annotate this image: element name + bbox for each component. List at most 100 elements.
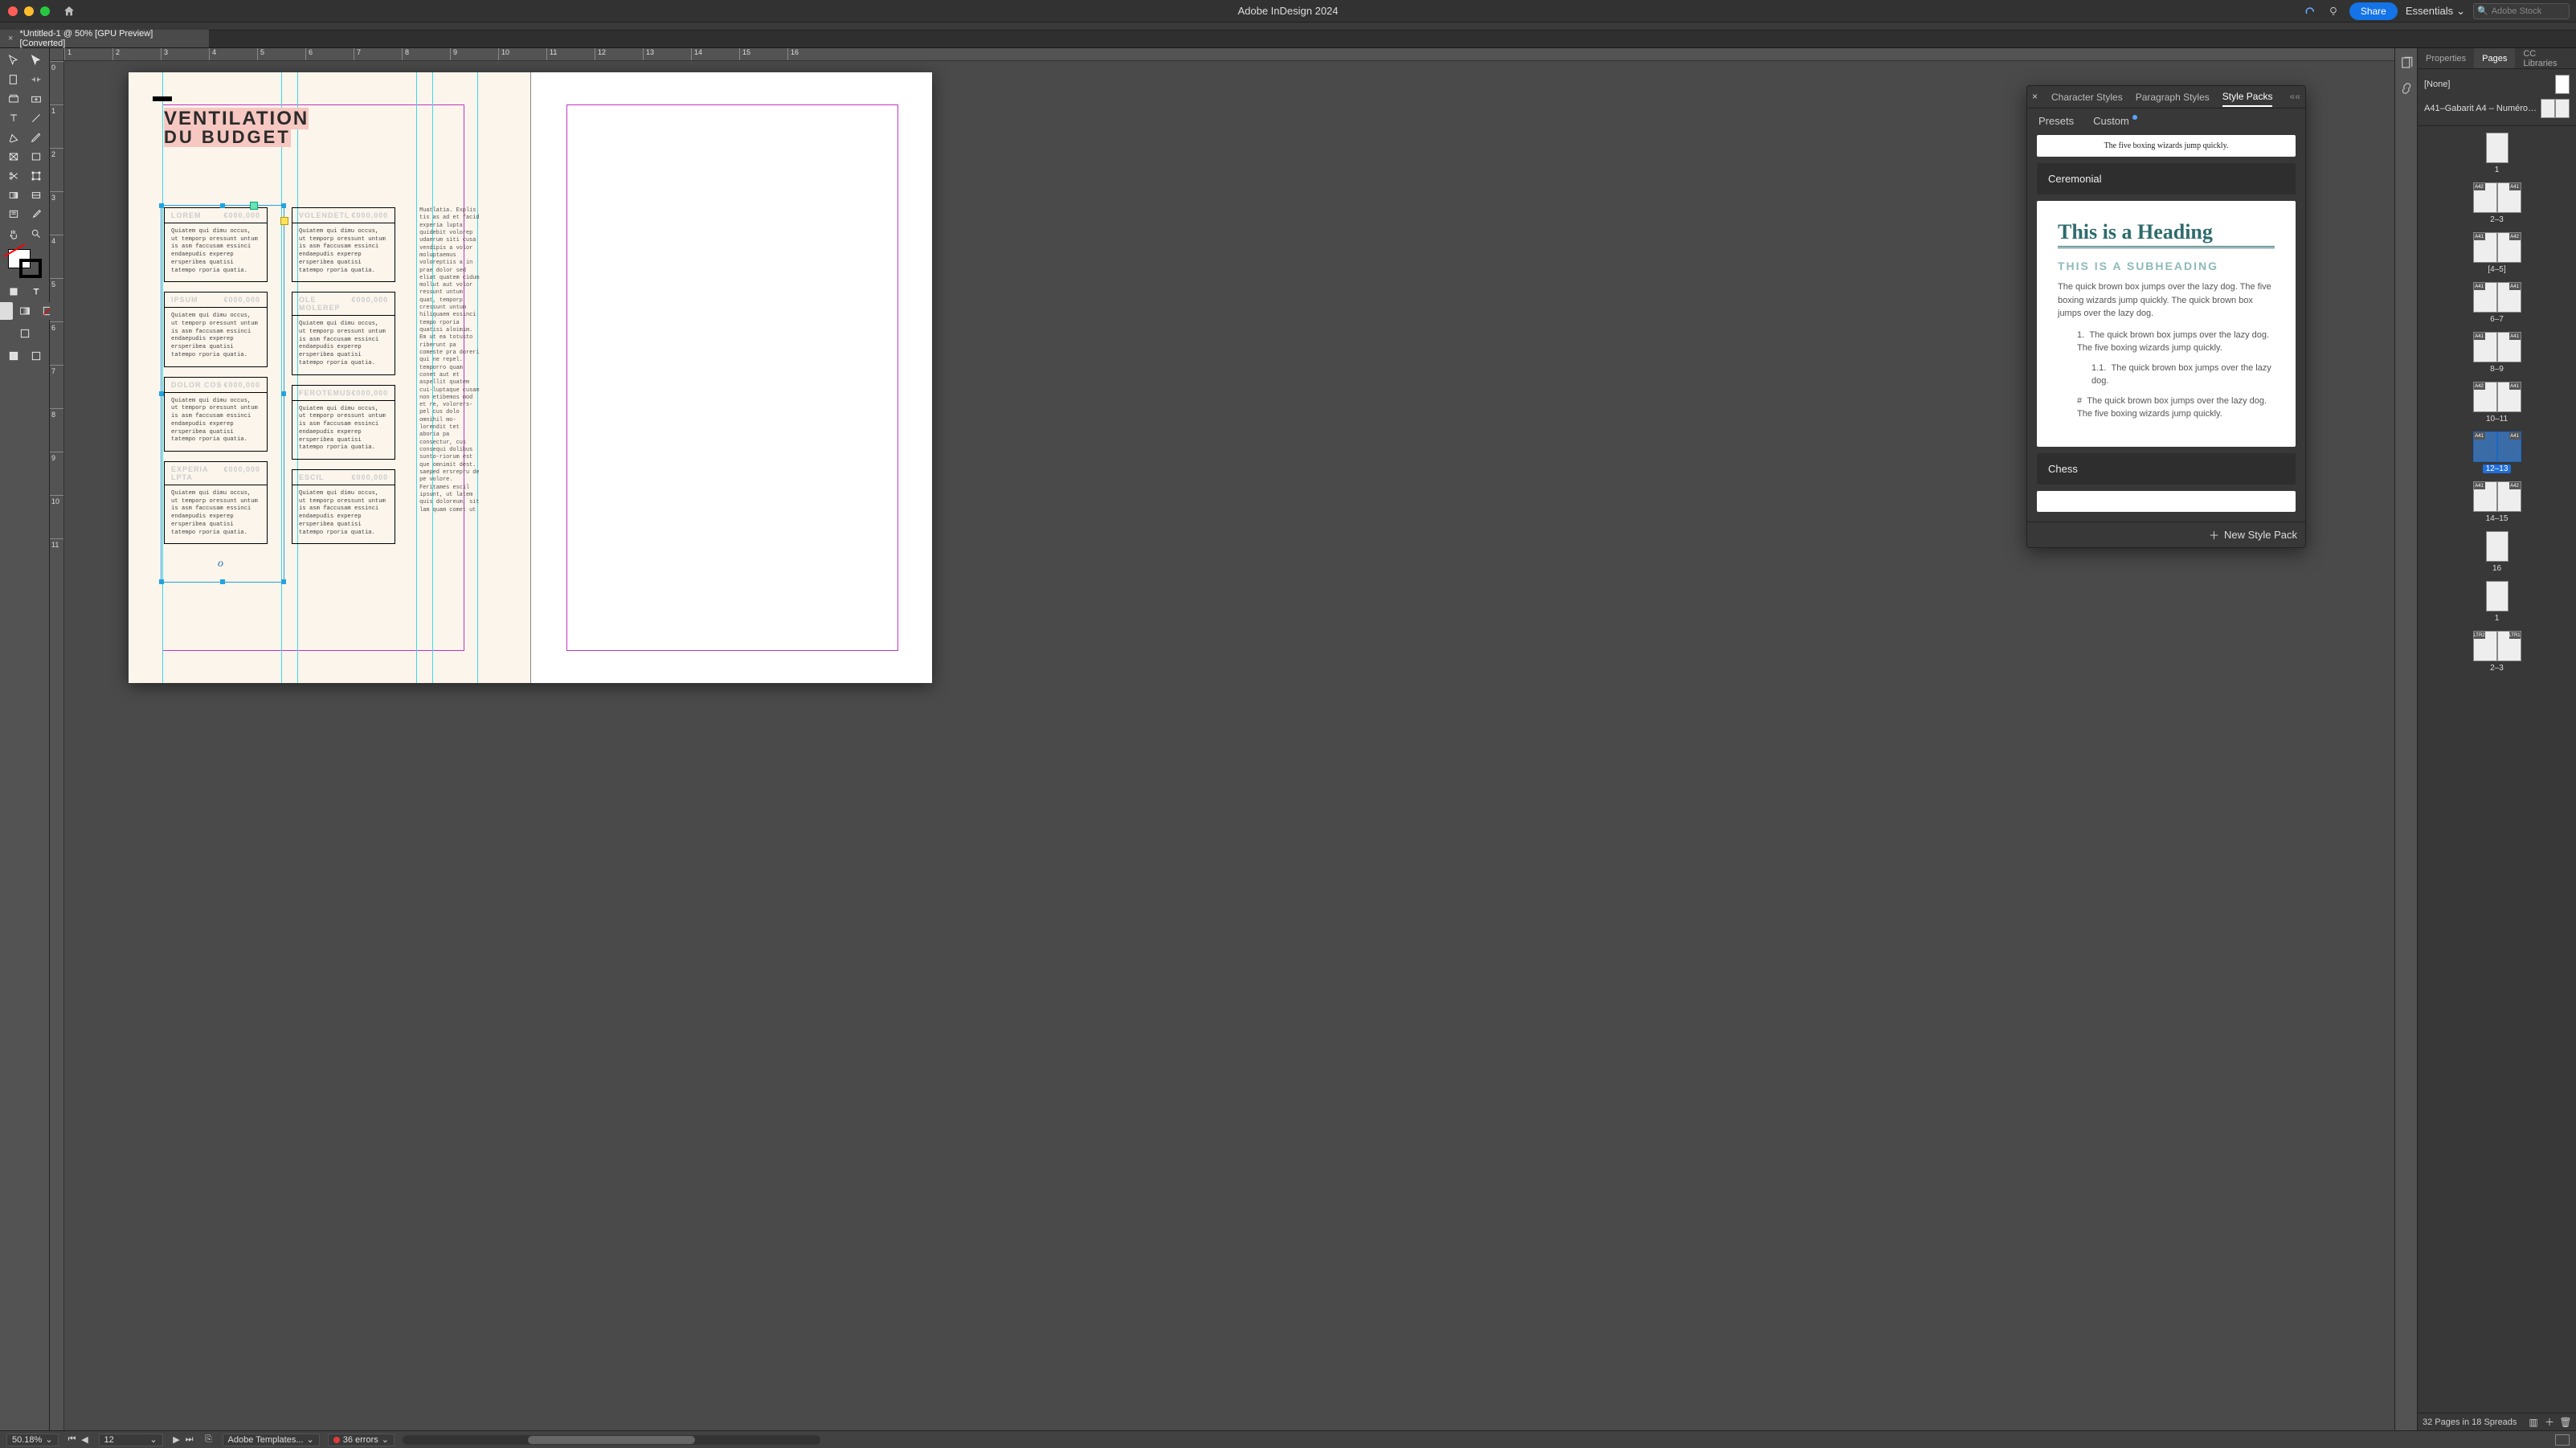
- ruler-corner[interactable]: [50, 48, 64, 61]
- page-right[interactable]: [530, 72, 933, 683]
- page-field[interactable]: 12⌄: [99, 1434, 163, 1446]
- in-port-icon[interactable]: [250, 202, 258, 210]
- spread-thumbnail[interactable]: A41A42[4–5]: [2418, 232, 2576, 274]
- spread-thumbnail[interactable]: A42A412–3: [2418, 182, 2576, 224]
- open-icon[interactable]: ⎘: [203, 1434, 215, 1445]
- gradient-swatch-tool[interactable]: [3, 186, 24, 204]
- content-collector-tool[interactable]: [3, 90, 24, 108]
- tab-paragraph-styles[interactable]: Paragraph Styles: [2136, 88, 2210, 106]
- side-text[interactable]: Muatlatia. Explis tis as ad et facid exp…: [419, 207, 481, 544]
- rectangle-frame-tool[interactable]: [3, 148, 24, 166]
- next-page-icon[interactable]: ▶: [171, 1434, 182, 1445]
- preflight-status[interactable]: 36 errors ⌄: [328, 1434, 395, 1446]
- gap-tool[interactable]: [26, 71, 47, 88]
- last-page-icon[interactable]: ⏭: [184, 1434, 195, 1445]
- view-normal-icon[interactable]: [3, 347, 24, 365]
- master-a41[interactable]: A41–Gabarit A4 – Numéros de page noirs: [2424, 96, 2570, 121]
- tab-character-styles[interactable]: Character Styles: [2051, 88, 2123, 106]
- preview-top[interactable]: The five boxing wizards jump quickly.: [2037, 135, 2296, 157]
- cloud-sync-icon[interactable]: [2301, 3, 2317, 19]
- horizontal-scrollbar[interactable]: [403, 1435, 820, 1445]
- pencil-tool[interactable]: [26, 129, 47, 146]
- formatting-container-icon[interactable]: [3, 283, 24, 301]
- note-tool[interactable]: [3, 206, 24, 223]
- spread-thumbnail[interactable]: A41A418–9: [2418, 332, 2576, 374]
- panel-close-icon[interactable]: ×: [2032, 91, 2038, 102]
- share-button[interactable]: Share: [2349, 2, 2398, 20]
- out-port-icon[interactable]: [280, 217, 288, 225]
- pack-chess[interactable]: Chess: [2037, 453, 2296, 485]
- tab-style-packs[interactable]: Style Packs: [2222, 88, 2273, 107]
- free-transform-tool[interactable]: [26, 167, 47, 185]
- document-tab[interactable]: × *Untitled-1 @ 50% [GPU Preview] [Conve…: [0, 30, 209, 47]
- template-menu[interactable]: Adobe Templates...⌄: [223, 1434, 320, 1446]
- gradient-feather-tool[interactable]: [26, 186, 47, 204]
- budget-card[interactable]: OLE MOLEREP€000,000Quiatem qui dimu occu…: [292, 292, 395, 374]
- spread-thumbnail[interactable]: A41A4112–13: [2418, 432, 2576, 473]
- style-packs-panel[interactable]: × «« Character Styles Paragraph Styles S…: [2026, 85, 2306, 548]
- pack-ceremonial[interactable]: Ceremonial: [2037, 163, 2296, 194]
- view-preview-icon[interactable]: [26, 347, 47, 365]
- zoom-tool[interactable]: [26, 225, 47, 243]
- spread-thumbnail[interactable]: LTR2LTR12–3: [2418, 631, 2576, 673]
- vertical-ruler[interactable]: 01234567891011: [50, 61, 64, 1430]
- content-placer-tool[interactable]: [26, 90, 47, 108]
- page-tool[interactable]: [3, 71, 24, 88]
- adobe-stock-search[interactable]: 🔍 Adobe Stock: [2473, 3, 2570, 19]
- formatting-text-icon[interactable]: [26, 283, 47, 301]
- eyedropper-tool[interactable]: [26, 206, 47, 223]
- panel-collapse-icon[interactable]: ««: [2290, 91, 2300, 102]
- zoom-window-icon[interactable]: [40, 6, 50, 16]
- first-page-icon[interactable]: ⏮: [67, 1434, 78, 1445]
- zoom-field[interactable]: 50.18%⌄: [6, 1434, 59, 1446]
- links-icon[interactable]: [2398, 80, 2414, 96]
- apply-gradient-icon[interactable]: [14, 302, 35, 320]
- pasteboard[interactable]: VENTILATION DU BUDGET LOREM€000,000Quiat…: [64, 61, 2394, 1430]
- workspace-switcher[interactable]: Essentials ⌄: [2406, 5, 2465, 18]
- budget-card[interactable]: VOLENDETL€000,000Quiatem qui dimu occus,…: [292, 207, 395, 282]
- horizontal-ruler[interactable]: 12345678910111213141516: [64, 48, 2394, 61]
- new-page-icon[interactable]: ＋: [2544, 1417, 2555, 1428]
- tab-cc-libraries[interactable]: CC Libraries: [2515, 48, 2576, 68]
- apply-color-icon[interactable]: [0, 302, 13, 320]
- new-style-pack-button[interactable]: New Style Pack: [2224, 529, 2297, 541]
- page-left[interactable]: VENTILATION DU BUDGET LOREM€000,000Quiat…: [129, 72, 530, 683]
- budget-card[interactable]: FEROTEMUS€000,000Quiatem qui dimu occus,…: [292, 385, 395, 460]
- pages-list[interactable]: 1 A42A412–3 A41A42[4–5] A41A416–7 A41A418–9 A…: [2418, 126, 2576, 1413]
- minimize-window-icon[interactable]: [24, 6, 34, 16]
- stacked-pages-icon[interactable]: [2398, 55, 2414, 71]
- prev-page-icon[interactable]: ◀: [80, 1434, 91, 1445]
- type-tool[interactable]: [3, 109, 24, 127]
- fill-stroke-swatch[interactable]: [8, 249, 42, 278]
- hand-tool[interactable]: [3, 225, 24, 243]
- master-none[interactable]: [None]: [2424, 72, 2570, 96]
- spread-thumbnail[interactable]: A42A4110–11: [2418, 382, 2576, 423]
- pen-tool[interactable]: [3, 129, 24, 146]
- delete-page-icon[interactable]: 🗑: [2560, 1417, 2571, 1428]
- selection-tool[interactable]: [3, 51, 24, 69]
- spread-thumbnail[interactable]: 1: [2418, 133, 2576, 174]
- plus-icon[interactable]: ＋: [2209, 527, 2219, 542]
- spread-thumbnail[interactable]: 16: [2418, 531, 2576, 573]
- selected-frame[interactable]: o: [161, 205, 284, 583]
- tab-pages[interactable]: Pages: [2474, 48, 2515, 68]
- close-window-icon[interactable]: [8, 6, 18, 16]
- line-tool[interactable]: [26, 109, 47, 127]
- tab-properties[interactable]: Properties: [2418, 48, 2474, 68]
- budget-card[interactable]: ESCIL€000,000Quiatem qui dimu occus, ut …: [292, 469, 395, 544]
- screen-mode-normal-icon[interactable]: [14, 325, 35, 342]
- pack-chess-preview[interactable]: [2037, 491, 2296, 512]
- edit-page-icon[interactable]: ▥: [2528, 1417, 2539, 1428]
- page-title-frame[interactable]: VENTILATION DU BUDGET: [164, 109, 309, 147]
- spread-thumbnail[interactable]: A41A416–7: [2418, 282, 2576, 324]
- subtab-custom[interactable]: Custom: [2093, 115, 2137, 127]
- spread-thumbnail[interactable]: A41A4214–15: [2418, 481, 2576, 523]
- panel-body[interactable]: The five boxing wizards jump quickly. Ce…: [2027, 135, 2305, 522]
- subtab-presets[interactable]: Presets: [2038, 115, 2074, 127]
- close-tab-icon[interactable]: ×: [8, 34, 13, 43]
- direct-selection-tool[interactable]: [26, 51, 47, 69]
- spread-thumbnail[interactable]: 1: [2418, 581, 2576, 623]
- rectangle-tool[interactable]: [26, 148, 47, 166]
- help-bulb-icon[interactable]: [2325, 3, 2341, 19]
- scissors-tool[interactable]: [3, 167, 24, 185]
